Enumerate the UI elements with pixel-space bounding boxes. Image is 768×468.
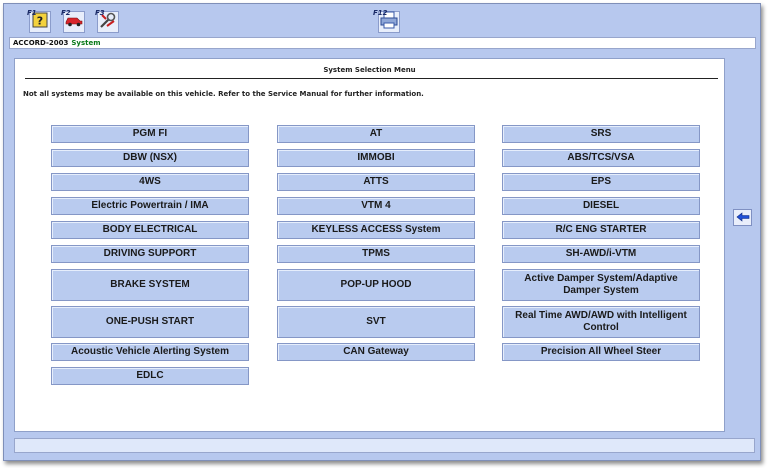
system-button-keyless-access[interactable]: KEYLESS ACCESS System [277,221,475,239]
breadcrumb: ACCORD-2003 System [9,37,756,49]
system-button-brake-system[interactable]: BRAKE SYSTEM [51,269,249,301]
f3-key-label: F3 [95,9,105,17]
system-button-sh-awd-ivtm[interactable]: SH-AWD/i-VTM [502,245,700,263]
status-bar [14,438,755,453]
system-button-edlc[interactable]: EDLC [51,367,249,385]
system-button-4ws[interactable]: 4WS [51,173,249,191]
system-button-vtm4[interactable]: VTM 4 [277,197,475,215]
system-button-abs-tcs-vsa[interactable]: ABS/TCS/VSA [502,149,700,167]
title-divider [25,78,718,79]
svg-text:?: ? [37,14,43,27]
system-button-driving-support[interactable]: DRIVING SUPPORT [51,245,249,263]
back-button[interactable] [733,209,752,226]
system-button-body-electrical[interactable]: BODY ELECTRICAL [51,221,249,239]
f2-key-label: F2 [61,9,71,17]
page-title: System Selection Menu [323,66,416,74]
system-button-svt[interactable]: SVT [277,306,475,338]
system-button-rc-eng-starter[interactable]: R/C ENG STARTER [502,221,700,239]
system-button-tpms[interactable]: TPMS [277,245,475,263]
system-button-atts[interactable]: ATTS [277,173,475,191]
current-system: System [71,39,101,47]
system-button-electric-powertrain-ima[interactable]: Electric Powertrain / IMA [51,197,249,215]
system-button-real-time-awd[interactable]: Real Time AWD/AWD with Intelligent Contr… [502,306,700,338]
system-button-can-gateway[interactable]: CAN Gateway [277,343,475,361]
system-selection-panel: System Selection Menu Not all systems ma… [14,58,725,432]
system-button-pop-up-hood[interactable]: POP-UP HOOD [277,269,475,301]
app-window: ? F1 F2 F3 F12 ACCORD-2003 System System… [3,3,761,461]
system-button-srs[interactable]: SRS [502,125,700,143]
system-button-active-damper[interactable]: Active Damper System/Adaptive Damper Sys… [502,269,700,301]
f12-key-label: F12 [373,9,388,17]
system-button-one-push-start[interactable]: ONE-PUSH START [51,306,249,338]
availability-notice: Not all systems may be available on this… [23,90,424,98]
back-arrow-icon [736,209,750,227]
system-button-precision-all-wheel-steer[interactable]: Precision All Wheel Steer [502,343,700,361]
system-button-acoustic-vehicle-alerting[interactable]: Acoustic Vehicle Alerting System [51,343,249,361]
system-button-diesel[interactable]: DIESEL [502,197,700,215]
system-button-eps[interactable]: EPS [502,173,700,191]
system-button-at[interactable]: AT [277,125,475,143]
vehicle-name: ACCORD-2003 [13,39,69,47]
system-button-immobi[interactable]: IMMOBI [277,149,475,167]
system-button-pgm-fi[interactable]: PGM FI [51,125,249,143]
f1-key-label: F1 [27,9,37,17]
system-button-dbw-nsx[interactable]: DBW (NSX) [51,149,249,167]
